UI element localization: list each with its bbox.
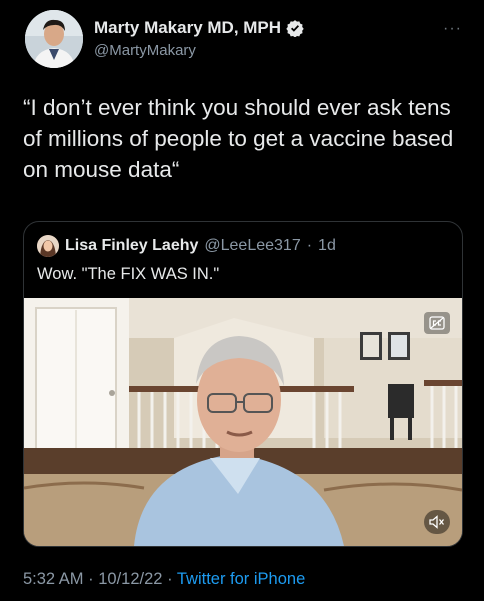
author-name-row[interactable]: Marty Makary MD, MPH: [94, 18, 304, 38]
footer-separator-1: ·: [88, 570, 94, 588]
verified-badge-icon: [286, 20, 304, 37]
closed-captions-icon[interactable]: [424, 312, 450, 334]
author-handle[interactable]: @MartyMakary: [94, 42, 304, 59]
author-name[interactable]: Marty Makary MD, MPH: [94, 18, 281, 38]
quoted-tweet-header: Lisa Finley Laehy @LeeLee317 · 1d: [37, 235, 336, 257]
author-avatar-image: [25, 10, 83, 68]
quoted-video[interactable]: [24, 298, 462, 546]
mute-icon[interactable]: [424, 510, 450, 534]
tweet-text: “I don’t ever think you should ever ask …: [23, 95, 454, 182]
author-avatar[interactable]: [25, 10, 83, 68]
quoted-author-avatar[interactable]: [37, 235, 59, 257]
tweet-time[interactable]: 5:32 AM: [23, 570, 84, 588]
quoted-author-handle[interactable]: @LeeLee317: [204, 237, 300, 255]
quoted-avatar-image: [37, 235, 59, 257]
closed-captions-glyph: [429, 316, 445, 330]
footer-separator-2: ·: [167, 570, 173, 588]
quoted-timestamp[interactable]: 1d: [318, 237, 336, 255]
more-options-icon[interactable]: ···: [443, 20, 462, 38]
quoted-separator: ·: [306, 237, 313, 254]
mute-glyph: [429, 515, 445, 529]
tweet-footer: 5:32 AM · 10/12/22 · Twitter for iPhone: [23, 570, 305, 589]
tweet-source-link[interactable]: Twitter for iPhone: [177, 570, 305, 588]
author-block: Marty Makary MD, MPH @MartyMakary: [94, 18, 304, 59]
quoted-tweet-text: Wow. "The FIX WAS IN.": [37, 265, 220, 283]
quoted-author-name[interactable]: Lisa Finley Laehy: [65, 237, 198, 255]
video-frame: [24, 298, 462, 546]
tweet-date[interactable]: 10/12/22: [98, 570, 162, 588]
quoted-tweet-card[interactable]: Lisa Finley Laehy @LeeLee317 · 1d Wow. "…: [23, 221, 463, 547]
